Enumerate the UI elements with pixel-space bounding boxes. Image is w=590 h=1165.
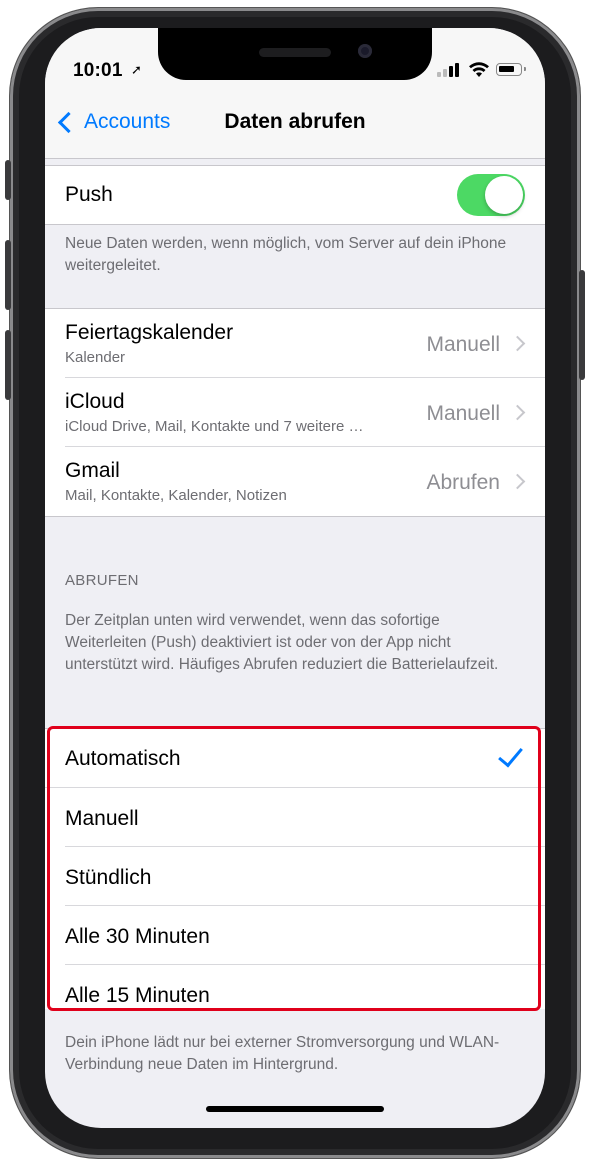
accounts-group: Feiertagskalender Kalender Manuell iClou… bbox=[45, 308, 545, 517]
account-name: Feiertagskalender bbox=[65, 321, 234, 344]
chevron-right-icon bbox=[509, 335, 526, 352]
fetch-footer: Dein iPhone lädt nur bei externer Stromv… bbox=[65, 1034, 500, 1073]
account-name: Gmail bbox=[65, 459, 120, 482]
fetch-options-group: Automatisch Manuell Stündlich Alle 30 Mi… bbox=[45, 728, 545, 1009]
fetch-option-label: Stündlich bbox=[65, 866, 152, 889]
speaker-grille bbox=[259, 48, 331, 57]
fetch-option-row[interactable]: Manuell bbox=[45, 788, 545, 847]
chevron-right-icon bbox=[509, 404, 526, 421]
chevron-right-icon bbox=[509, 473, 526, 490]
fetch-option-row[interactable]: Automatisch bbox=[45, 729, 545, 788]
volume-up-button bbox=[5, 240, 11, 310]
home-indicator[interactable] bbox=[206, 1106, 384, 1112]
front-camera bbox=[358, 44, 372, 58]
push-footer: Neue Daten werden, wenn möglich, vom Ser… bbox=[65, 235, 507, 274]
side-button bbox=[579, 270, 585, 380]
push-toggle[interactable] bbox=[457, 174, 525, 216]
battery-icon bbox=[496, 63, 526, 76]
account-row[interactable]: Feiertagskalender Kalender Manuell bbox=[45, 309, 545, 378]
fetch-option-row[interactable]: Stündlich bbox=[45, 847, 545, 906]
location-arrow-icon: ➚ bbox=[131, 62, 142, 77]
fetch-option-label: Automatisch bbox=[65, 747, 181, 770]
push-group: Push bbox=[45, 165, 545, 225]
push-label: Push bbox=[65, 183, 113, 206]
push-row: Push bbox=[45, 166, 545, 224]
screen: 10:01 ➚ Accounts Daten abrufen Push Neue… bbox=[45, 28, 545, 1128]
notch bbox=[158, 28, 432, 80]
fetch-option-label: Alle 30 Minuten bbox=[65, 925, 210, 948]
account-fetch-value: Manuell bbox=[426, 333, 500, 356]
fetch-section-header: ABRUFEN bbox=[65, 572, 139, 589]
account-row[interactable]: Gmail Mail, Kontakte, Kalender, Notizen … bbox=[45, 447, 545, 516]
fetch-option-label: Alle 15 Minuten bbox=[65, 984, 210, 1007]
wifi-icon bbox=[469, 62, 489, 77]
checkmark-icon bbox=[498, 741, 523, 768]
fetch-description: Der Zeitplan unten wird verwendet, wenn … bbox=[65, 612, 499, 673]
account-detail: Mail, Kontakte, Kalender, Notizen bbox=[65, 487, 287, 504]
fetch-option-row[interactable]: Alle 30 Minuten bbox=[45, 906, 545, 965]
account-name: iCloud bbox=[65, 390, 125, 413]
navigation-bar: Accounts Daten abrufen bbox=[45, 88, 545, 159]
cellular-signal-icon bbox=[437, 63, 461, 77]
account-fetch-value: Manuell bbox=[426, 402, 500, 425]
account-detail: Kalender bbox=[65, 349, 126, 366]
page-title: Daten abrufen bbox=[224, 110, 366, 133]
fetch-option-label: Manuell bbox=[65, 807, 139, 830]
account-fetch-value: Abrufen bbox=[426, 471, 500, 494]
account-detail: iCloud Drive, Mail, Kontakte und 7 weite… bbox=[65, 418, 364, 435]
mute-switch bbox=[5, 160, 11, 200]
volume-down-button bbox=[5, 330, 11, 400]
account-row[interactable]: iCloud iCloud Drive, Mail, Kontakte und … bbox=[45, 378, 545, 447]
fetch-option-row[interactable]: Alle 15 Minuten bbox=[45, 965, 545, 1009]
status-time: 10:01 bbox=[73, 60, 123, 81]
